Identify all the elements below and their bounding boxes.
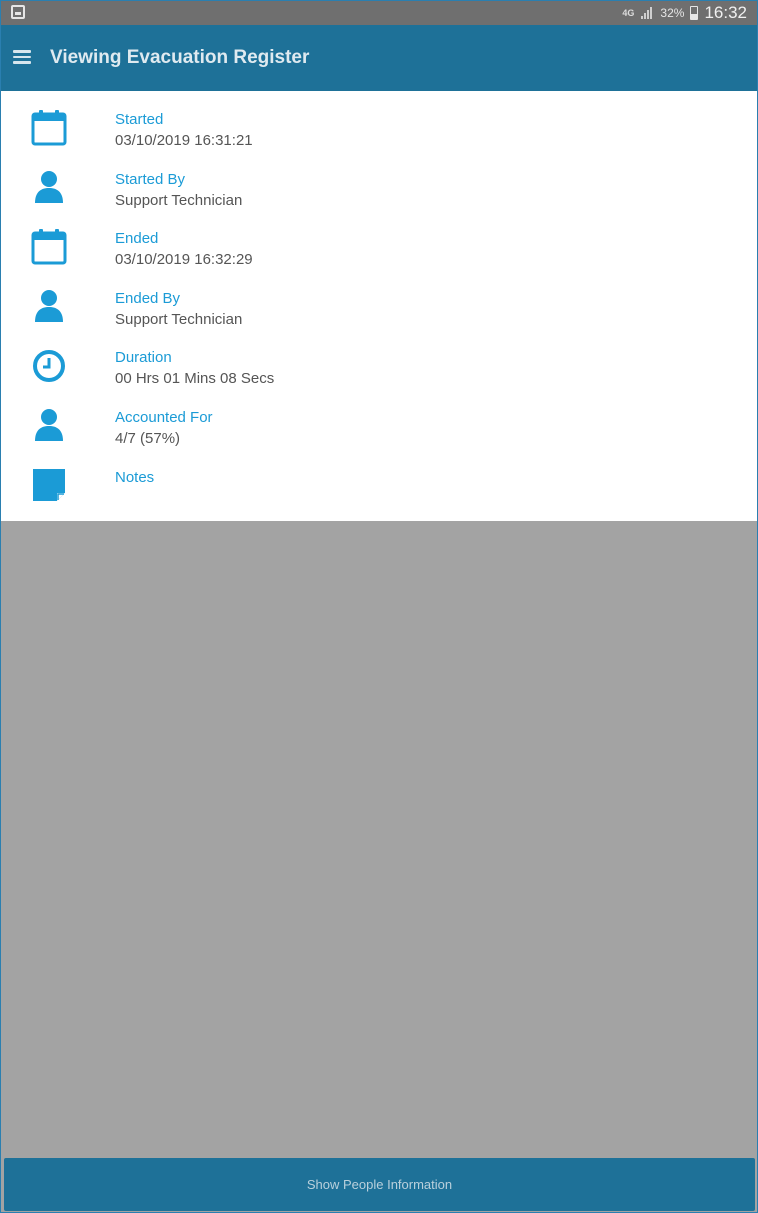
clock-icon (33, 350, 65, 382)
detail-row-ended: Ended 03/10/2019 16:32:29 (1, 210, 757, 270)
register-details: Started 03/10/2019 16:31:21 Started By S… (1, 91, 757, 521)
button-label: Show People Information (306, 1177, 453, 1192)
battery-percent: 32% (660, 6, 685, 20)
person-icon (35, 290, 63, 322)
network-type: 4G (622, 7, 635, 18)
detail-label: Ended By (115, 290, 181, 307)
detail-row-notes[interactable]: Notes (1, 449, 757, 509)
detail-value: Support Technician (115, 192, 243, 209)
gallery-icon (11, 5, 25, 19)
person-icon (35, 409, 63, 441)
detail-row-ended-by: Ended By Support Technician (1, 270, 757, 330)
detail-row-started: Started 03/10/2019 16:31:21 (1, 91, 757, 151)
calendar-icon (31, 229, 67, 265)
detail-row-duration: Duration 00 Hrs 01 Mins 08 Secs (1, 329, 757, 389)
detail-row-started-by: Started By Support Technician (1, 151, 757, 211)
detail-label: Started (115, 111, 164, 128)
detail-value: 4/7 (57%) (115, 430, 181, 447)
detail-value: Support Technician (115, 311, 243, 328)
signal-icon (640, 6, 654, 20)
status-bar: 4G 32% 16:32 (1, 1, 757, 25)
detail-label: Notes (115, 469, 155, 486)
clock-time: 16:32 (704, 3, 747, 22)
detail-label: Started By (115, 171, 186, 188)
app-bar: Viewing Evacuation Register (1, 25, 757, 91)
detail-label: Accounted For (115, 409, 213, 426)
detail-value: 00 Hrs 01 Mins 08 Secs (115, 370, 275, 387)
person-icon (35, 171, 63, 203)
detail-value: 03/10/2019 16:31:21 (115, 132, 253, 149)
screen: 4G 32% 16:32 Viewing Evacuation Register (0, 0, 758, 1213)
detail-row-accounted-for: Accounted For 4/7 (57%) (1, 389, 757, 449)
detail-label: Duration (115, 349, 172, 366)
battery-icon (690, 6, 699, 20)
show-people-information-button[interactable]: Show People Information (4, 1158, 755, 1211)
calendar-icon (31, 110, 67, 146)
page-title: Viewing Evacuation Register (50, 47, 310, 68)
hamburger-menu-icon[interactable] (13, 50, 31, 64)
detail-label: Ended (115, 230, 159, 247)
status-indicators: 4G 32% 16:32 (622, 1, 747, 25)
note-icon (33, 469, 65, 501)
detail-value: 03/10/2019 16:32:29 (115, 251, 253, 268)
